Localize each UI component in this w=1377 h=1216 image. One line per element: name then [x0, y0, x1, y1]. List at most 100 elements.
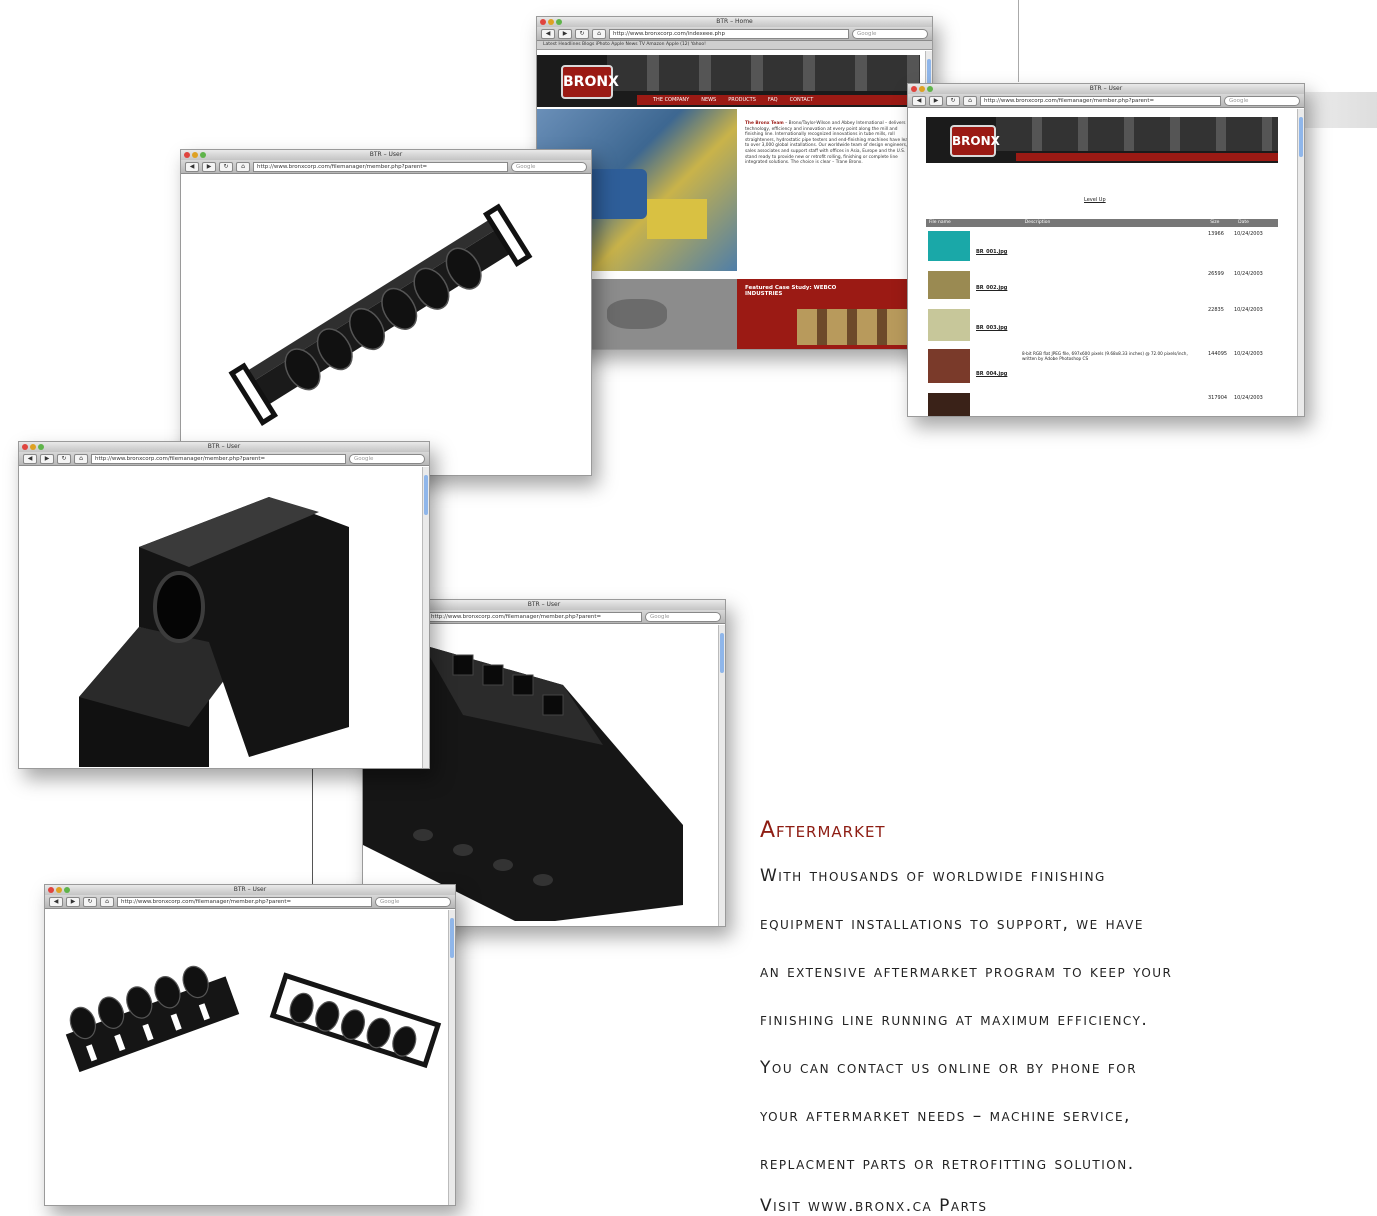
bronx-logo[interactable]: BRONX — [561, 65, 619, 99]
table-row[interactable]: 317904 10/24/2003 — [926, 389, 1278, 416]
aftermarket-line[interactable]: Visit www.bronx.ca Parts — [760, 1196, 988, 1216]
close-icon[interactable] — [911, 86, 917, 92]
reload-button[interactable]: ↻ — [575, 28, 589, 39]
file-name[interactable]: BR_002.jpg — [976, 285, 1007, 291]
nav-item[interactable]: NEWS — [701, 95, 716, 105]
case-study-panel[interactable]: Featured Case Study: WEBCO INDUSTRIES — [737, 279, 920, 349]
search-field[interactable]: Google — [852, 28, 928, 39]
reload-button[interactable]: ↻ — [57, 453, 71, 464]
zoom-icon[interactable] — [38, 444, 44, 450]
nav-item[interactable]: THE COMPANY — [653, 95, 689, 105]
case-study-title[interactable]: Featured Case Study: WEBCO INDUSTRIES — [745, 285, 845, 297]
file-size: 144095 — [1208, 351, 1228, 357]
page-content: BRONX THE COMPANY NEWS PRODUCTS FAQ CONT… — [537, 51, 932, 349]
file-thumbnail[interactable] — [928, 231, 970, 261]
reload-button[interactable]: ↻ — [83, 896, 97, 907]
file-thumbnail[interactable] — [928, 393, 970, 416]
search-field[interactable]: Google — [511, 161, 587, 172]
home-button[interactable]: ⌂ — [592, 28, 606, 39]
nav-item[interactable]: FAQ — [768, 95, 778, 105]
address-field[interactable]: http://www.bronxcorp.com/filemanager/mem… — [980, 95, 1221, 106]
column-header[interactable]: Date — [1238, 219, 1278, 227]
reload-button[interactable]: ↻ — [219, 161, 233, 172]
intro-title: The Bronx Team — [745, 121, 784, 126]
forward-button[interactable]: ▶ — [40, 453, 54, 464]
bronx-logo[interactable]: BRONX — [950, 125, 1000, 157]
aftermarket-line: your aftermarket needs – machine service… — [760, 1106, 1131, 1126]
back-button[interactable]: ◀ — [23, 453, 37, 464]
scrollbar[interactable] — [422, 467, 429, 768]
forward-button[interactable]: ▶ — [66, 896, 80, 907]
minimize-icon[interactable] — [919, 86, 925, 92]
window-title: BTR – User — [233, 886, 267, 893]
main-nav: THE COMPANY NEWS PRODUCTS FAQ CONTACT — [637, 95, 932, 105]
file-thumbnail[interactable] — [928, 309, 970, 341]
back-button[interactable]: ◀ — [912, 95, 926, 106]
minimize-icon[interactable] — [30, 444, 36, 450]
window-titlebar: BTR – Home — [537, 17, 932, 27]
column-header[interactable]: File name — [926, 219, 1025, 227]
table-row[interactable]: BR_002.jpg 26599 10/24/2003 — [926, 267, 1278, 305]
table-row[interactable]: BR_003.jpg 22835 10/24/2003 — [926, 305, 1278, 345]
table-header: File name Description Size Date — [926, 219, 1278, 227]
back-button[interactable]: ◀ — [541, 28, 555, 39]
file-name[interactable]: BR_004.jpg — [976, 371, 1007, 377]
search-field[interactable]: Google — [645, 611, 721, 622]
address-field[interactable]: http://www.bronxcorp.com/filemanager/mem… — [117, 896, 372, 907]
address-field[interactable]: http://www.bronxcorp.com/filemanager/mem… — [253, 161, 508, 172]
back-button[interactable]: ◀ — [49, 896, 63, 907]
close-icon[interactable] — [48, 887, 54, 893]
browser-toolbar: ◀ ▶ ↻ ⌂ http://www.bronxcorp.com/fileman… — [181, 160, 591, 174]
address-field[interactable]: http://www.bronxcorp.com/indexeee.php — [609, 28, 849, 39]
window-controls[interactable] — [48, 887, 70, 893]
back-button[interactable]: ◀ — [185, 161, 199, 172]
window-controls[interactable] — [22, 444, 44, 450]
search-field[interactable]: Google — [1224, 95, 1300, 106]
zoom-icon[interactable] — [927, 86, 933, 92]
file-thumbnail[interactable] — [928, 271, 970, 299]
minimize-icon[interactable] — [56, 887, 62, 893]
forward-button[interactable]: ▶ — [929, 95, 943, 106]
search-field[interactable]: Google — [349, 453, 425, 464]
home-button[interactable]: ⌂ — [236, 161, 250, 172]
file-table: File name Description Size Date BR_001.j… — [926, 219, 1278, 416]
search-field[interactable]: Google — [375, 896, 451, 907]
address-field[interactable]: http://www.bronxcorp.com/filemanager/mem… — [427, 611, 642, 622]
scrollbar[interactable] — [1297, 109, 1304, 416]
home-button[interactable]: ⌂ — [74, 453, 88, 464]
forward-button[interactable]: ▶ — [558, 28, 572, 39]
nav-item[interactable]: CONTACT — [790, 95, 814, 105]
browser-window-filemanager: BTR – User ◀ ▶ ↻ ⌂ http://www.bronxcorp.… — [907, 83, 1305, 417]
home-button[interactable]: ⌂ — [100, 896, 114, 907]
table-row[interactable]: BR_004.jpg 8-bit RGB flat JPEG file, 697… — [926, 345, 1278, 389]
bookmarks-bar[interactable]: Latest Headlines Blogs iPhoto Apple News… — [537, 41, 932, 50]
reload-button[interactable]: ↻ — [946, 95, 960, 106]
zoom-icon[interactable] — [556, 19, 562, 25]
minimize-icon[interactable] — [548, 19, 554, 25]
close-icon[interactable] — [22, 444, 28, 450]
forward-button[interactable]: ▶ — [202, 161, 216, 172]
scrollbar[interactable] — [448, 910, 455, 1205]
file-name[interactable]: BR_001.jpg — [976, 249, 1007, 255]
minimize-icon[interactable] — [192, 152, 198, 158]
nav-item[interactable]: PRODUCTS — [728, 95, 756, 105]
file-thumbnail[interactable] — [928, 349, 970, 383]
home-button[interactable]: ⌂ — [963, 95, 977, 106]
file-name[interactable]: BR_003.jpg — [976, 325, 1007, 331]
window-controls[interactable] — [540, 19, 562, 25]
level-up-link[interactable]: Level Up — [1084, 197, 1106, 203]
zoom-icon[interactable] — [64, 887, 70, 893]
scrollbar[interactable] — [718, 625, 725, 926]
close-icon[interactable] — [540, 19, 546, 25]
window-controls[interactable] — [184, 152, 206, 158]
page-content — [19, 467, 429, 768]
address-field[interactable]: http://www.bronxcorp.com/filemanager/mem… — [91, 453, 346, 464]
column-header[interactable]: Description — [1025, 219, 1210, 227]
close-icon[interactable] — [184, 152, 190, 158]
window-title: BTR – Home — [716, 18, 753, 25]
window-controls[interactable] — [911, 86, 933, 92]
table-row[interactable]: BR_001.jpg 13966 10/24/2003 — [926, 227, 1278, 267]
roller-assembly-render — [228, 203, 533, 426]
zoom-icon[interactable] — [200, 152, 206, 158]
column-header[interactable]: Size — [1210, 219, 1238, 227]
